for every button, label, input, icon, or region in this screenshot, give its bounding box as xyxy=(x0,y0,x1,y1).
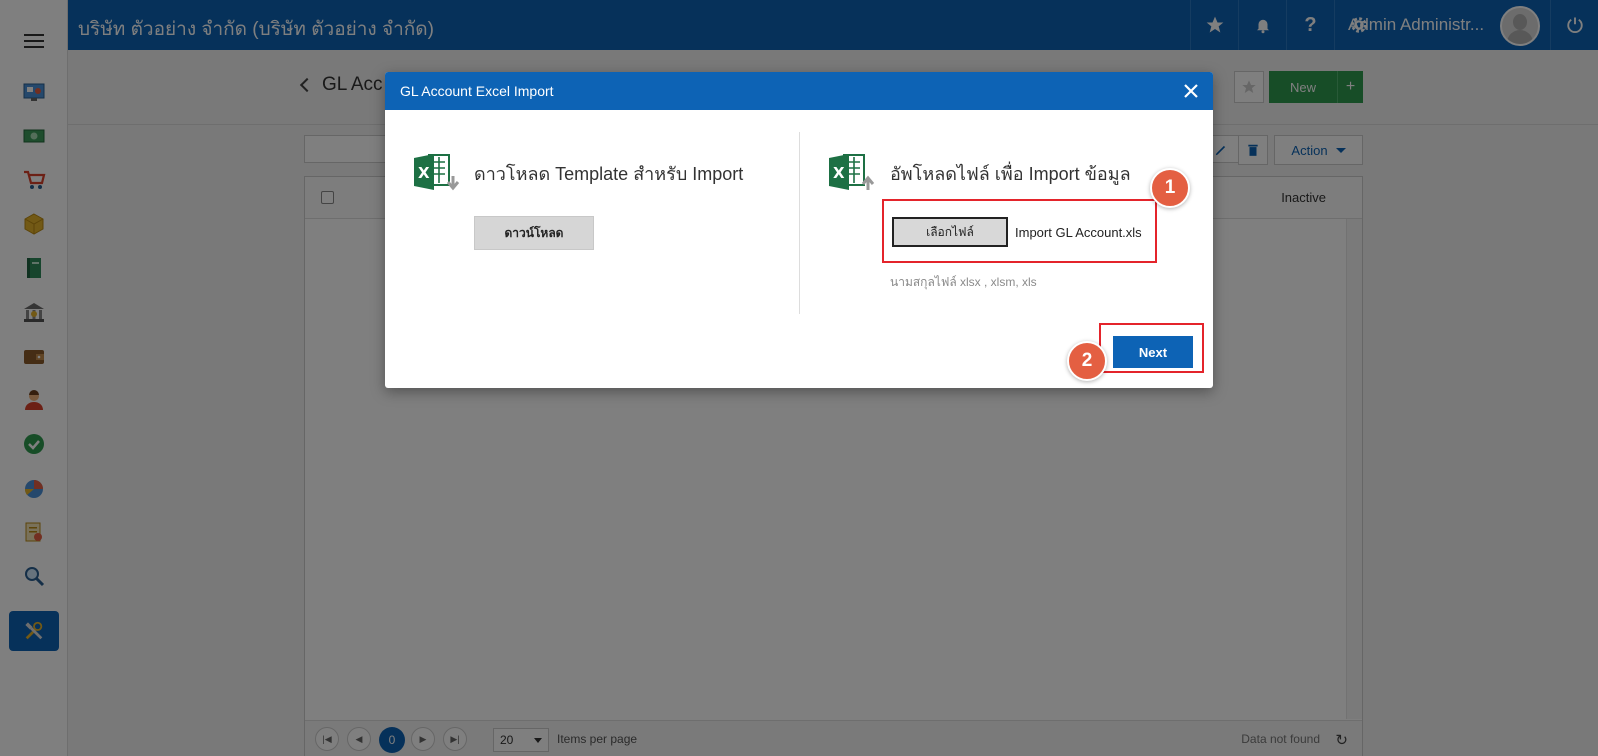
step-badge-1: 1 xyxy=(1150,168,1190,208)
step-badge-2: 2 xyxy=(1067,341,1107,381)
excel-download-icon: X xyxy=(414,154,460,191)
next-button[interactable]: Next xyxy=(1113,336,1193,368)
excel-upload-icon: X xyxy=(829,154,875,190)
file-extension-hint: นามสกุลไฟล์ xlsx , xlsm, xls xyxy=(890,275,1037,289)
dialog-title: GL Account Excel Import xyxy=(400,83,554,99)
download-heading: ดาวโหลด Template สำหรับ Import xyxy=(474,164,744,184)
svg-text:X: X xyxy=(418,164,430,182)
svg-text:X: X xyxy=(833,164,845,182)
dialog-header: GL Account Excel Import xyxy=(385,72,1213,110)
download-template-button[interactable]: ดาวน์โหลด xyxy=(474,216,594,250)
close-icon[interactable] xyxy=(1181,81,1201,101)
upload-heading: อัพโหลดไฟล์ เพื่อ Import ข้อมูล xyxy=(890,164,1131,184)
dialog-divider xyxy=(799,132,800,314)
choose-file-button[interactable]: เลือกไฟล์ xyxy=(892,217,1008,247)
selected-file-name: Import GL Account.xls xyxy=(1015,225,1142,240)
